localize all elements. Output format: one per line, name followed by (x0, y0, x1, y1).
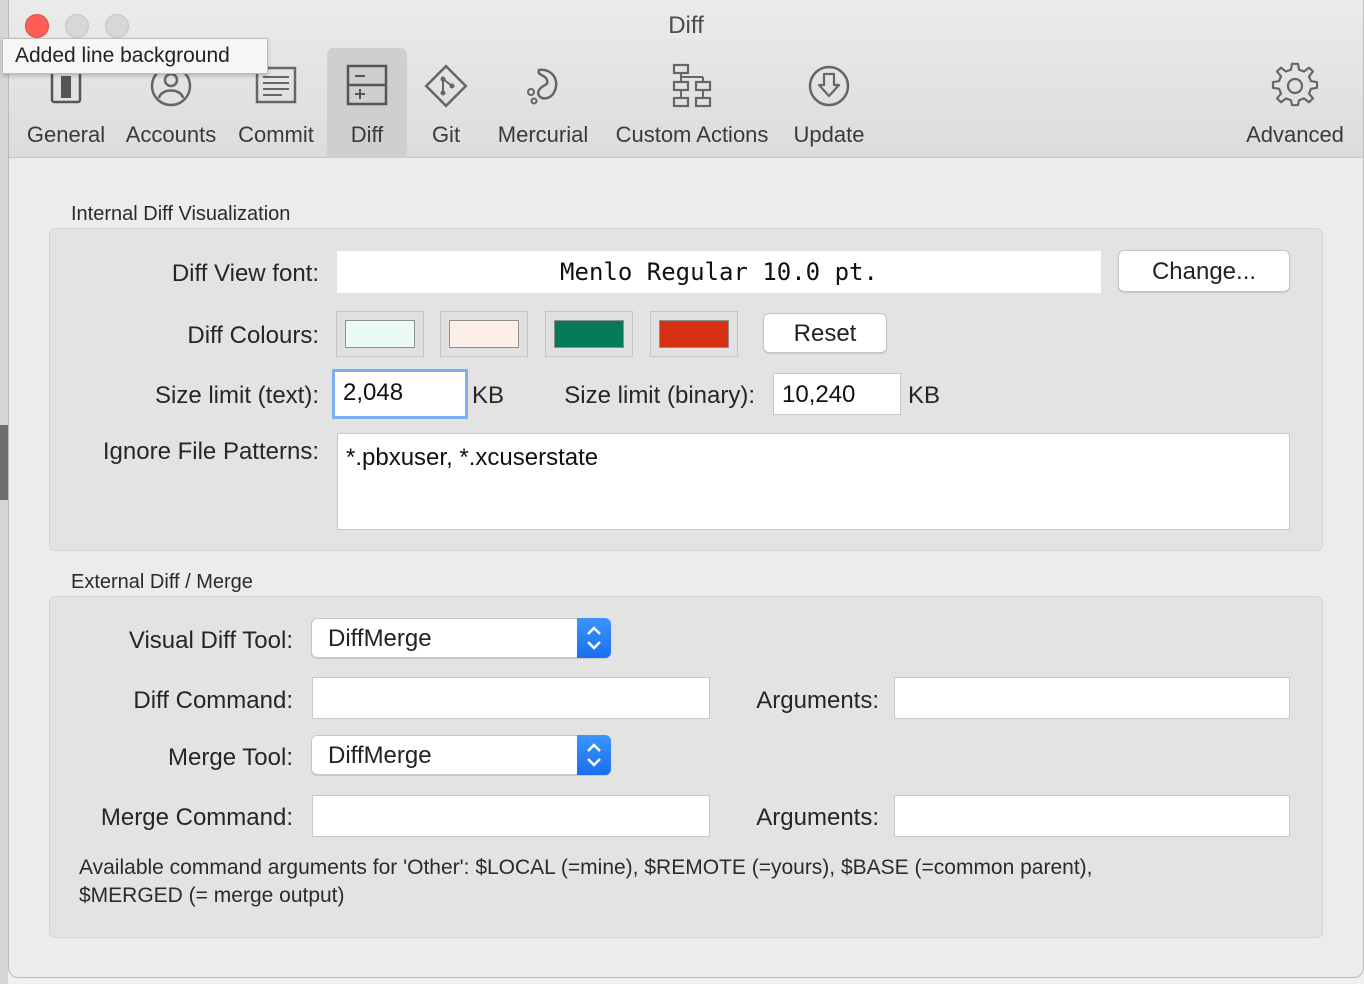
colours-label: Diff Colours: (187, 322, 319, 349)
merge-command-input[interactable] (312, 795, 710, 837)
tab-advanced-label: Advanced (1246, 122, 1344, 147)
ignore-patterns-label: Ignore File Patterns: (102, 438, 319, 465)
tab-mercurial-label: Mercurial (497, 122, 589, 147)
git-icon (424, 64, 468, 108)
help-text-line2: $MERGED (= merge output) (79, 884, 345, 907)
tab-custom-actions[interactable]: Custom Actions (607, 48, 777, 158)
change-font-button[interactable]: Change... (1118, 250, 1290, 292)
diff-arguments-input[interactable] (894, 677, 1290, 719)
select-arrows-icon (577, 735, 611, 775)
select-arrows-icon (577, 618, 611, 658)
added-text-colour-fill (554, 320, 624, 348)
font-label: Diff View font: (171, 260, 319, 287)
merge-tool-value: DiffMerge (328, 742, 432, 769)
merge-tool-select[interactable]: DiffMerge (311, 735, 611, 775)
help-text: Available command arguments for 'Other':… (79, 854, 1093, 910)
tab-advanced[interactable]: Advanced (1239, 48, 1351, 158)
size-text-unit: KB (472, 382, 505, 409)
removed-line-colour-fill (449, 320, 519, 348)
diff-command-label: Diff Command: (133, 687, 293, 714)
diff-icon (346, 64, 388, 106)
tab-accounts-label: Accounts (125, 122, 217, 147)
visual-diff-tool-select[interactable]: DiffMerge (311, 618, 611, 658)
preferences-window: Diff General Accounts Commit Diff Git Me… (8, 0, 1364, 978)
gear-icon (1271, 62, 1319, 107)
custom-actions-icon (672, 63, 712, 108)
added-line-colour-well[interactable] (336, 311, 424, 357)
visual-diff-tool-label: Visual Diff Tool: (128, 627, 293, 654)
tab-diff-label: Diff (350, 122, 384, 147)
update-icon (808, 65, 850, 107)
tab-general-label: General (26, 122, 106, 147)
diff-command-input[interactable] (312, 677, 710, 719)
mercurial-icon (527, 68, 558, 105)
tab-custom-actions-label: Custom Actions (615, 122, 769, 147)
tab-commit-label: Commit (238, 122, 314, 147)
reset-colours-button[interactable]: Reset (763, 313, 887, 353)
tab-update-label: Update (793, 122, 865, 147)
removed-line-colour-well[interactable] (440, 311, 528, 357)
help-text-line1: Available command arguments for 'Other':… (79, 856, 1093, 879)
diff-arguments-label: Arguments: (756, 687, 879, 714)
size-text-input[interactable]: 2,048 (332, 369, 468, 419)
tab-diff[interactable]: Diff (327, 48, 407, 158)
tab-mercurial[interactable]: Mercurial (493, 48, 593, 158)
visual-diff-tool-value: DiffMerge (328, 625, 432, 652)
titlebar-toolbar: Diff General Accounts Commit Diff Git Me… (9, 0, 1363, 158)
tab-git[interactable]: Git (413, 48, 479, 158)
colour-tooltip: Added line background (2, 38, 268, 74)
removed-text-colour-well[interactable] (650, 311, 738, 357)
tab-update[interactable]: Update (785, 48, 873, 158)
ignore-patterns-textarea[interactable]: *.pbxuser, *.xcuserstate (337, 433, 1290, 530)
merge-tool-label: Merge Tool: (168, 744, 293, 771)
size-binary-label: Size limit (binary): (564, 382, 755, 409)
external-section-title: External Diff / Merge (71, 571, 253, 593)
merge-arguments-label: Arguments: (756, 804, 879, 831)
size-binary-unit: KB (908, 382, 941, 409)
size-text-label: Size limit (text): (154, 382, 319, 409)
removed-text-colour-fill (659, 320, 729, 348)
merge-arguments-input[interactable] (894, 795, 1290, 837)
added-text-colour-well[interactable] (545, 311, 633, 357)
size-binary-input[interactable]: 10,240 (773, 373, 901, 415)
desktop-background (0, 0, 8, 984)
tab-git-label: Git (431, 122, 461, 147)
added-line-colour-fill (345, 320, 415, 348)
window-title: Diff (668, 12, 704, 39)
internal-section-title: Internal Diff Visualization (71, 203, 291, 225)
merge-command-label: Merge Command: (100, 804, 293, 831)
font-display: Menlo Regular 10.0 pt. (336, 250, 1102, 294)
